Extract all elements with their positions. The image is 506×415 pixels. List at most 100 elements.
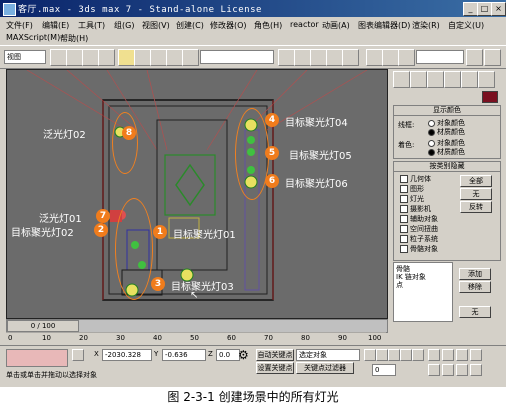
maxscript-listener[interactable]: [6, 349, 68, 367]
y-coordinate-field[interactable]: -0.636: [162, 349, 206, 361]
hide-particle-systems-checkbox[interactable]: 粒子系统: [400, 234, 438, 244]
object-color-swatch[interactable]: [482, 91, 498, 103]
select-move-icon[interactable]: [150, 49, 167, 66]
list-item[interactable]: 点: [396, 280, 403, 290]
key-filters-button[interactable]: 关键点过滤器: [296, 362, 354, 374]
select-rotate-icon[interactable]: [166, 49, 183, 66]
hide-helpers-checkbox[interactable]: 辅助对象: [400, 214, 438, 224]
named-selection-dropdown[interactable]: [200, 50, 274, 64]
menu-group[interactable]: 组(G): [114, 20, 134, 31]
zoom-extents-all-icon[interactable]: [470, 349, 482, 361]
z-coordinate-field[interactable]: 0.0: [216, 349, 240, 361]
close-button[interactable]: ×: [491, 2, 506, 16]
menu-maxscript[interactable]: MAXScript(M): [6, 33, 60, 42]
modify-tab-icon[interactable]: [410, 71, 427, 88]
hide-bone-objects-checkbox[interactable]: 骨骼对象: [400, 244, 438, 254]
display-color-header[interactable]: 显示颜色: [394, 106, 500, 116]
go-to-start-icon[interactable]: [364, 349, 376, 361]
material-editor-icon[interactable]: [366, 49, 383, 66]
key-mode-icon[interactable]: ⚙: [238, 348, 249, 362]
autokey-button[interactable]: 自动关键点: [256, 349, 294, 361]
layer-manager-icon[interactable]: [310, 49, 327, 66]
teapot-icon[interactable]: [484, 49, 501, 66]
menu-tools[interactable]: 工具(T): [78, 20, 105, 31]
create-tab-icon[interactable]: [393, 71, 410, 88]
redo-icon[interactable]: [66, 49, 83, 66]
track-bar[interactable]: 0 10 20 30 40 50 60 70 80 90 100: [6, 332, 386, 344]
menu-file[interactable]: 文件(F): [6, 20, 33, 31]
undo-icon[interactable]: [50, 49, 67, 66]
menu-rendering[interactable]: 渲染(R): [412, 20, 440, 31]
align-icon[interactable]: [294, 49, 311, 66]
shaded-material-color-radio[interactable]: 材质颜色: [428, 147, 465, 157]
time-slider-thumb[interactable]: 0 / 100: [7, 320, 79, 332]
menu-graph-editors[interactable]: 图表编辑器(D): [358, 20, 410, 31]
next-frame-icon[interactable]: [400, 349, 412, 361]
app-icon: [3, 3, 16, 16]
zoom-icon[interactable]: [428, 349, 440, 361]
menu-reactor[interactable]: reactor: [290, 20, 319, 29]
wireframe-material-color-radio[interactable]: 材质颜色: [428, 127, 465, 137]
hide-shapes-checkbox[interactable]: 图形: [400, 184, 424, 194]
lock-selection-icon[interactable]: [72, 349, 84, 361]
list-none-button[interactable]: 无: [459, 306, 491, 318]
menu-character[interactable]: 角色(H): [254, 20, 282, 31]
hide-by-category-header[interactable]: 按类别隐藏: [394, 162, 500, 172]
x-coordinate-field[interactable]: -2030.328: [102, 349, 152, 361]
render-scene-icon[interactable]: [382, 49, 399, 66]
zoom-extents-icon[interactable]: [456, 349, 468, 361]
go-to-end-icon[interactable]: [412, 349, 424, 361]
previous-frame-icon[interactable]: [376, 349, 388, 361]
unlink-icon[interactable]: [98, 49, 115, 66]
list-remove-button[interactable]: 移除: [459, 281, 491, 293]
render-last-icon[interactable]: [466, 49, 483, 66]
render-type-dropdown[interactable]: [416, 50, 464, 64]
hide-lights-checkbox[interactable]: 灯光: [400, 194, 424, 204]
time-slider[interactable]: 0 / 100: [6, 319, 388, 333]
window-title: 客厅.max - 3ds max 7 - Stand-alone License: [18, 5, 262, 15]
mouse-cursor-icon: ↖: [190, 290, 199, 301]
select-object-icon[interactable]: [118, 49, 135, 66]
select-by-name-icon[interactable]: [134, 49, 151, 66]
light-label-7: 泛光灯01: [39, 214, 82, 225]
hide-none-button[interactable]: 无: [460, 188, 492, 200]
arc-rotate-icon[interactable]: [456, 364, 468, 376]
reference-coordinate-dropdown[interactable]: 视图: [4, 50, 46, 64]
link-icon[interactable]: [82, 49, 99, 66]
current-frame-field[interactable]: 0: [372, 364, 396, 376]
selected-object-dropdown[interactable]: 选定对象: [296, 349, 360, 361]
minimize-button[interactable]: _: [463, 2, 478, 16]
menu-view[interactable]: 视图(V): [142, 20, 170, 31]
schematic-view-icon[interactable]: [342, 49, 359, 66]
field-of-view-icon[interactable]: [428, 364, 440, 376]
hide-space-warps-checkbox[interactable]: 空间扭曲: [400, 224, 438, 234]
motion-tab-icon[interactable]: [444, 71, 461, 88]
zoom-all-icon[interactable]: [442, 349, 454, 361]
hide-geometry-checkbox[interactable]: 几何体: [400, 174, 431, 184]
select-scale-icon[interactable]: [182, 49, 199, 66]
utilities-tab-icon[interactable]: [478, 71, 495, 88]
menu-modifiers[interactable]: 修改器(O): [210, 20, 247, 31]
set-key-button[interactable]: 设置关键点: [256, 362, 294, 374]
maximize-viewport-icon[interactable]: [470, 364, 482, 376]
maximize-button[interactable]: □: [477, 2, 492, 16]
menu-animation[interactable]: 动画(A): [322, 20, 350, 31]
viewport-top[interactable]: 8 泛光灯02 4 目标聚光灯04 5 目标聚光灯05 6 目标聚光灯06 7 …: [6, 69, 388, 319]
hide-invert-button[interactable]: 反转: [460, 201, 492, 213]
menu-create[interactable]: 创建(C): [176, 20, 204, 31]
quick-render-icon[interactable]: [398, 49, 415, 66]
display-tab-icon[interactable]: [461, 71, 478, 88]
play-icon[interactable]: [388, 349, 400, 361]
menu-help[interactable]: 帮助(H): [60, 33, 88, 44]
menu-edit[interactable]: 编辑(E): [42, 20, 69, 31]
pan-icon[interactable]: [442, 364, 454, 376]
list-add-button[interactable]: 添加: [459, 268, 491, 280]
mirror-icon[interactable]: [278, 49, 295, 66]
hide-cameras-checkbox[interactable]: 摄影机: [400, 204, 431, 214]
menu-customize[interactable]: 自定义(U): [448, 20, 484, 31]
hide-all-button[interactable]: 全部: [460, 175, 492, 187]
curve-editor-icon[interactable]: [326, 49, 343, 66]
annotation-oval: [112, 112, 138, 174]
hierarchy-tab-icon[interactable]: [427, 71, 444, 88]
object-type-list[interactable]: 骨骼 IK 链对象 点: [393, 262, 453, 322]
